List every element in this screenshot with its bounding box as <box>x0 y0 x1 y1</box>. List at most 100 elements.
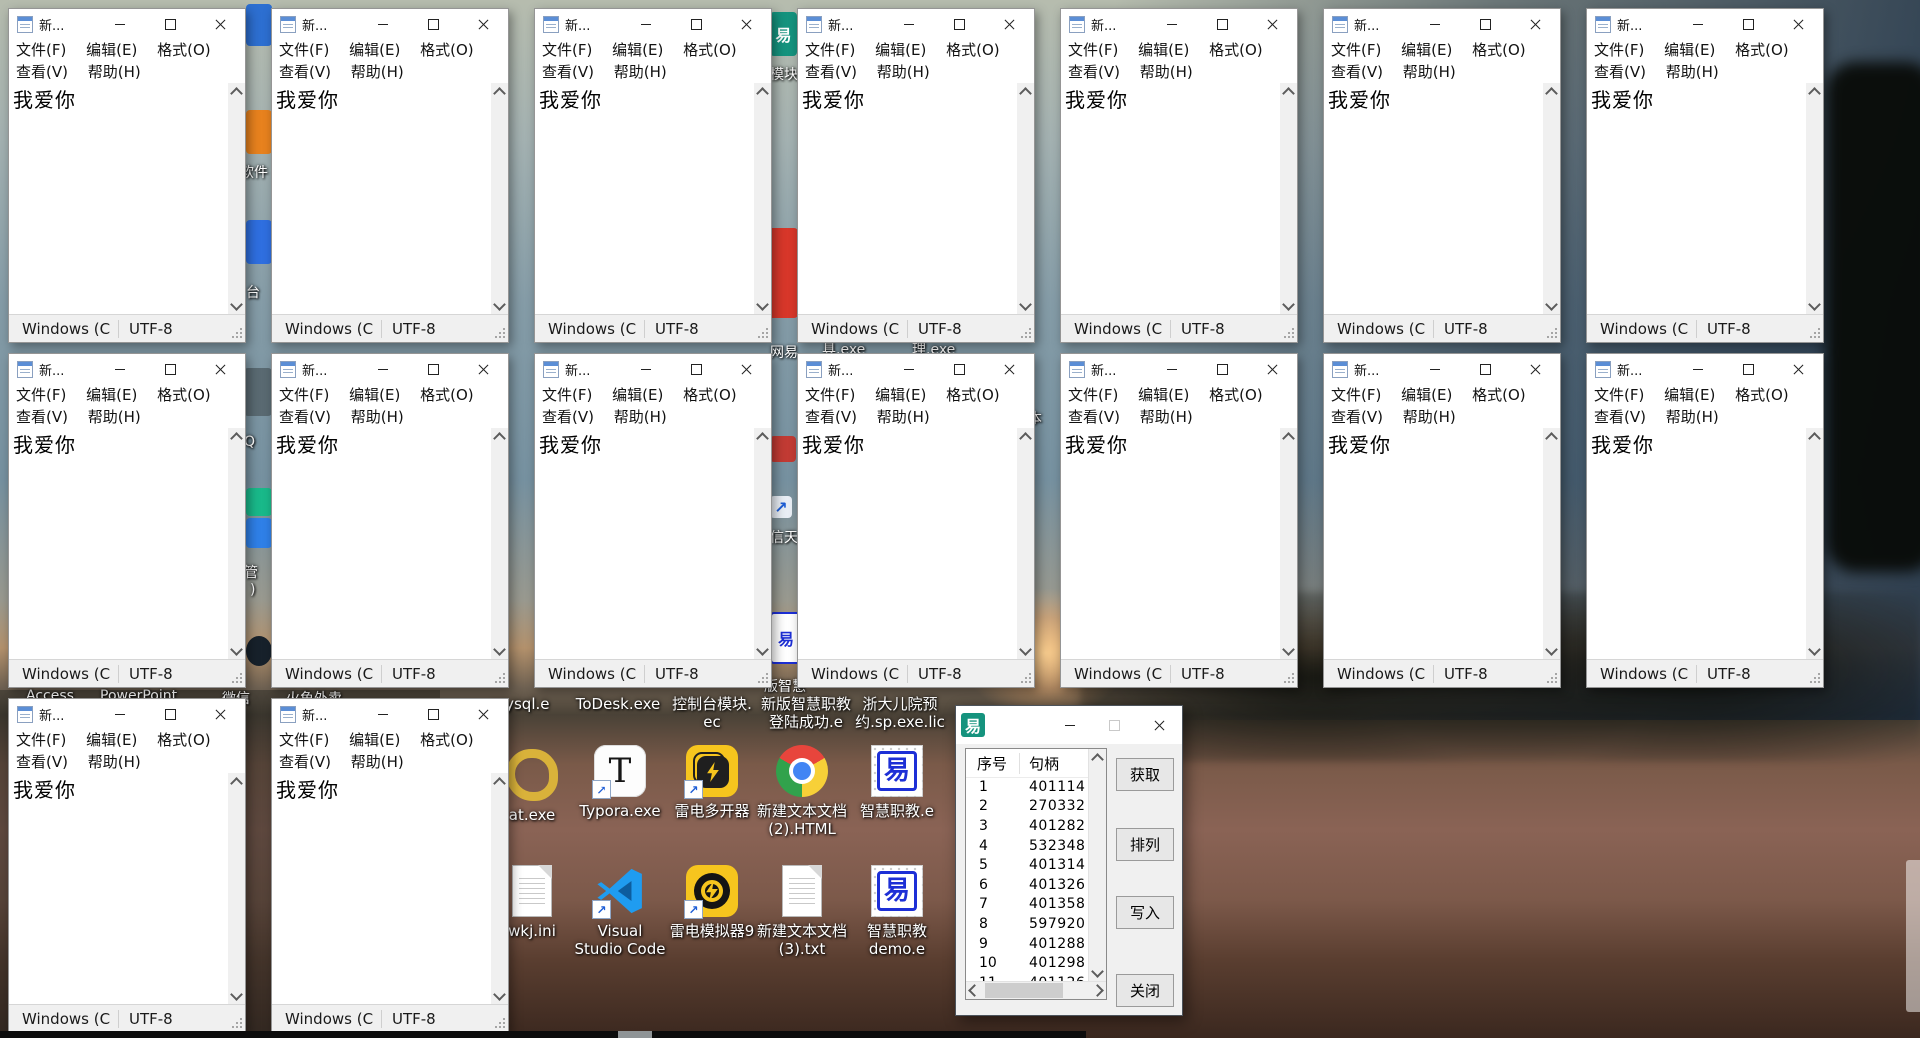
minimize-button[interactable] <box>1147 354 1197 384</box>
scroll-up-icon[interactable] <box>493 432 506 445</box>
close-button[interactable] <box>458 699 508 729</box>
notepad-textarea[interactable]: 我爱你 <box>272 83 491 315</box>
menu-file[interactable]: 文件(F) <box>16 386 66 404</box>
menu-help[interactable]: 帮助(H) <box>1666 408 1719 426</box>
maximize-button[interactable] <box>145 699 195 729</box>
scroll-up-icon[interactable] <box>230 432 243 445</box>
table-row[interactable]: 7401358 <box>966 895 1089 915</box>
close-button[interactable] <box>1247 9 1297 39</box>
arrange-button[interactable]: 排列 <box>1116 828 1174 861</box>
menu-edit[interactable]: 编辑(E) <box>1401 386 1452 404</box>
notepad-textarea[interactable]: 我爱你 <box>798 83 1017 315</box>
menu-view[interactable]: 查看(V) <box>1068 63 1120 81</box>
notepad-textarea[interactable]: 我爱你 <box>1324 428 1543 660</box>
menu-help[interactable]: 帮助(H) <box>1403 63 1456 81</box>
menu-help[interactable]: 帮助(H) <box>88 753 141 771</box>
table-row[interactable]: 9401288 <box>966 934 1089 954</box>
notepad-vscrollbar[interactable] <box>1543 428 1560 660</box>
resize-grip[interactable] <box>503 1018 505 1020</box>
notepad-textarea[interactable]: 我爱你 <box>272 428 491 660</box>
menu-view[interactable]: 查看(V) <box>16 63 68 81</box>
notepad-titlebar[interactable]: 新... <box>9 699 245 729</box>
menu-help[interactable]: 帮助(H) <box>614 408 667 426</box>
notepad-textarea[interactable]: 我爱你 <box>272 773 491 1005</box>
scroll-up-icon[interactable] <box>1545 432 1558 445</box>
menu-view[interactable]: 查看(V) <box>805 408 857 426</box>
close-button[interactable] <box>1773 9 1823 39</box>
maximize-button[interactable] <box>671 9 721 39</box>
menu-view[interactable]: 查看(V) <box>279 408 331 426</box>
menu-view[interactable]: 查看(V) <box>279 753 331 771</box>
menu-file[interactable]: 文件(F) <box>279 731 329 749</box>
shortcut-arrow-icon[interactable]: ↗ <box>770 496 792 518</box>
notepad-vscrollbar[interactable] <box>1806 83 1823 315</box>
notepad-textarea[interactable]: 我爱你 <box>1587 428 1806 660</box>
orange-app-icon[interactable] <box>246 110 272 154</box>
menu-help[interactable]: 帮助(H) <box>351 63 404 81</box>
table-row[interactable]: 1401114 <box>966 777 1089 797</box>
scroll-up-icon[interactable] <box>230 777 243 790</box>
desktop-icon-leidian-emulator-9[interactable]: 雷电模拟器9 <box>664 865 760 940</box>
notepad-vscrollbar[interactable] <box>1280 428 1297 660</box>
menu-file[interactable]: 文件(F) <box>279 41 329 59</box>
close-button[interactable] <box>1510 354 1560 384</box>
close-button[interactable] <box>1773 354 1823 384</box>
minimize-button[interactable] <box>1673 9 1723 39</box>
desktop-icon-console-module-ec[interactable]: 控制台模块. ec <box>664 690 760 731</box>
close-button[interactable] <box>1247 354 1297 384</box>
menu-help[interactable]: 帮助(H) <box>1140 63 1193 81</box>
minimize-button[interactable] <box>884 9 934 39</box>
resize-grip[interactable] <box>503 673 505 675</box>
desktop-icon-zhihuizhijiao-e[interactable]: 易智慧职教.e <box>849 745 945 820</box>
maximize-button[interactable] <box>1460 9 1510 39</box>
scroll-right-icon[interactable] <box>1091 984 1104 997</box>
close-button[interactable] <box>458 354 508 384</box>
notepad-vscrollbar[interactable] <box>228 773 245 1005</box>
scroll-down-icon[interactable] <box>1545 643 1558 656</box>
notepad-textarea[interactable]: 我爱你 <box>1061 428 1280 660</box>
notepad-vscrollbar[interactable] <box>1017 83 1034 315</box>
menu-format[interactable]: 格式(O) <box>420 731 474 749</box>
maximize-button[interactable] <box>934 354 984 384</box>
scroll-down-icon[interactable] <box>1808 298 1821 311</box>
menu-format[interactable]: 格式(O) <box>157 386 211 404</box>
menu-edit[interactable]: 编辑(E) <box>86 41 137 59</box>
table-horizontal-scrollbar[interactable] <box>966 981 1106 999</box>
desktop-label-fragment[interactable]: 网易 <box>770 342 798 362</box>
blue-app-icon[interactable] <box>246 518 272 548</box>
menu-view[interactable]: 查看(V) <box>805 63 857 81</box>
resize-grip[interactable] <box>240 328 242 330</box>
desktop-icon-typora-exe[interactable]: TTypora.exe <box>572 745 668 820</box>
easy-module-icon[interactable]: 易 <box>770 12 797 56</box>
menu-file[interactable]: 文件(F) <box>1594 41 1644 59</box>
menu-edit[interactable]: 编辑(E) <box>612 386 663 404</box>
scroll-up-icon[interactable] <box>1282 432 1295 445</box>
desktop-icon-vscode[interactable]: Visual Studio Code <box>572 865 668 958</box>
scroll-up-icon[interactable] <box>493 777 506 790</box>
minimize-button[interactable] <box>621 354 671 384</box>
notepad-vscrollbar[interactable] <box>491 773 508 1005</box>
menu-view[interactable]: 查看(V) <box>1068 408 1120 426</box>
menu-help[interactable]: 帮助(H) <box>1666 63 1719 81</box>
menu-format[interactable]: 格式(O) <box>420 386 474 404</box>
table-row[interactable]: 10401298 <box>966 953 1089 973</box>
notepad-titlebar[interactable]: 新... <box>272 699 508 729</box>
menu-help[interactable]: 帮助(H) <box>88 408 141 426</box>
menu-file[interactable]: 文件(F) <box>1594 386 1644 404</box>
notepad-textarea[interactable]: 我爱你 <box>9 773 228 1005</box>
desktop-label-fragment[interactable]: 台 <box>246 282 260 302</box>
blue-app-icon[interactable] <box>246 4 272 46</box>
notepad-vscrollbar[interactable] <box>1017 428 1034 660</box>
close-button[interactable] <box>458 9 508 39</box>
menu-file[interactable]: 文件(F) <box>1068 386 1118 404</box>
chat-app-icon[interactable] <box>246 636 272 666</box>
menu-view[interactable]: 查看(V) <box>1594 408 1646 426</box>
menu-format[interactable]: 格式(O) <box>1209 386 1263 404</box>
resize-grip[interactable] <box>1029 328 1031 330</box>
scroll-down-icon[interactable] <box>493 988 506 1001</box>
maximize-button[interactable] <box>408 699 458 729</box>
scroll-up-icon[interactable] <box>493 87 506 100</box>
close-button[interactable] <box>1510 9 1560 39</box>
menu-format[interactable]: 格式(O) <box>1472 386 1526 404</box>
minimize-button[interactable] <box>95 699 145 729</box>
